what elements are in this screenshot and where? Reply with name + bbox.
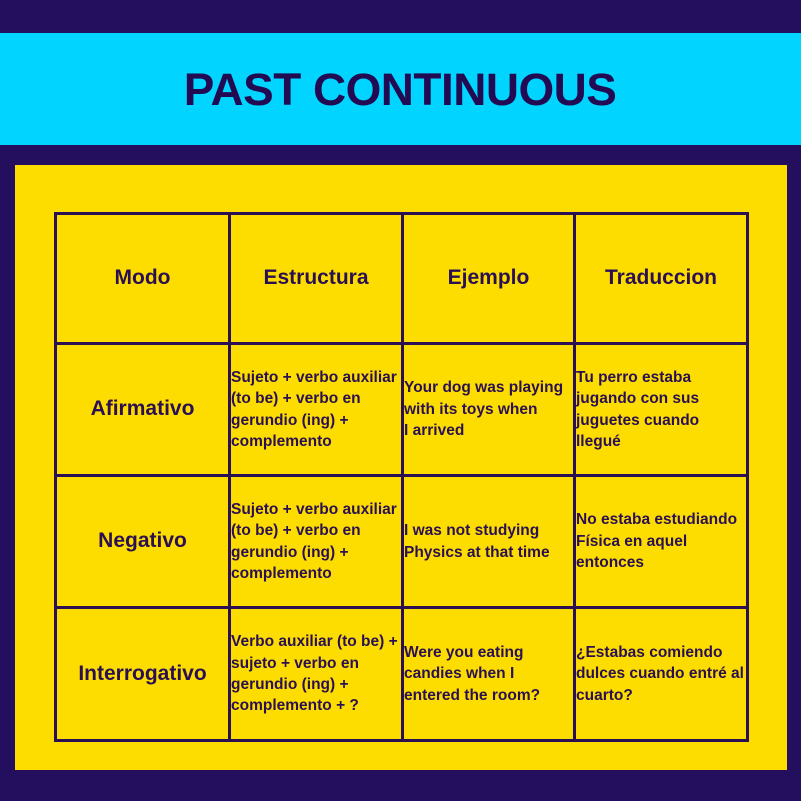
cell-ejemplo: Your dog was playing with its toys when … bbox=[401, 342, 576, 477]
cell-modo: Afirmativo bbox=[54, 342, 231, 477]
cell-estructura: Verbo auxiliar (to be) + sujeto + verbo … bbox=[228, 606, 404, 742]
grammar-table: Modo Estructura Ejemplo Traduccion Afirm… bbox=[54, 212, 749, 742]
column-header-traduccion: Traduccion bbox=[573, 212, 749, 345]
cell-modo: Negativo bbox=[54, 474, 231, 609]
column-header-modo: Modo bbox=[54, 212, 231, 345]
table-row: Interrogativo Verbo auxiliar (to be) + s… bbox=[54, 606, 749, 742]
column-header-estructura: Estructura bbox=[228, 212, 404, 345]
column-header-ejemplo: Ejemplo bbox=[401, 212, 576, 345]
content-card: Modo Estructura Ejemplo Traduccion Afirm… bbox=[15, 165, 787, 770]
page-title: PAST CONTINUOUS bbox=[184, 63, 617, 115]
table-row: Afirmativo Sujeto + verbo auxiliar (to b… bbox=[54, 342, 749, 477]
cell-modo: Interrogativo bbox=[54, 606, 231, 742]
cell-traduccion: Tu perro estaba jugando con sus juguetes… bbox=[573, 342, 749, 477]
cell-estructura: Sujeto + verbo auxiliar (to be) + verbo … bbox=[228, 474, 404, 609]
cell-traduccion: ¿Estabas comiendo dulces cuando entré al… bbox=[573, 606, 749, 742]
poster-page: PAST CONTINUOUS Modo Estructura Ejemplo … bbox=[0, 0, 801, 801]
cell-ejemplo: Were you eating candies when I entered t… bbox=[401, 606, 576, 742]
cell-traduccion: No estaba estudiando Física en aquel ent… bbox=[573, 474, 749, 609]
cell-ejemplo: I was not studying Physics at that time bbox=[401, 474, 576, 609]
table-header-row: Modo Estructura Ejemplo Traduccion bbox=[54, 212, 749, 345]
title-banner: PAST CONTINUOUS bbox=[0, 33, 801, 145]
cell-estructura: Sujeto + verbo auxiliar (to be) + verbo … bbox=[228, 342, 404, 477]
table-row: Negativo Sujeto + verbo auxiliar (to be)… bbox=[54, 474, 749, 609]
